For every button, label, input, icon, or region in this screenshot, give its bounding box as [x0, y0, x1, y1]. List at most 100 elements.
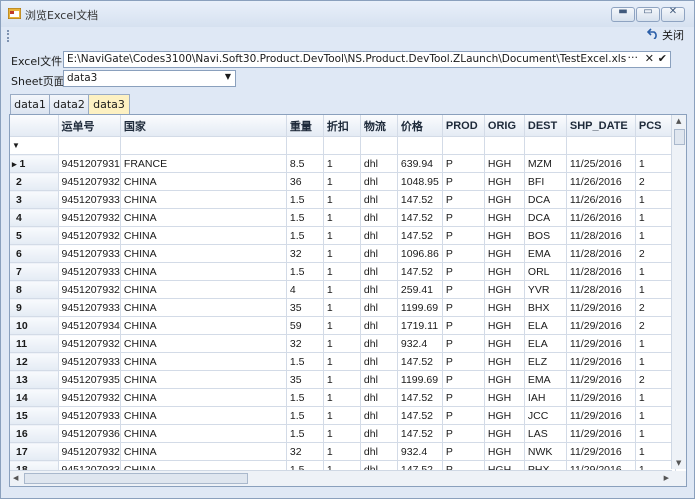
table-cell[interactable]: HGH: [484, 352, 525, 371]
column-header[interactable]: PROD: [442, 115, 485, 137]
table-cell[interactable]: 9451207933: [58, 406, 121, 425]
table-cell[interactable]: CHINA: [120, 352, 287, 371]
table-cell[interactable]: 35: [286, 370, 324, 389]
table-cell[interactable]: P: [442, 352, 485, 371]
table-cell[interactable]: BOS: [524, 226, 567, 245]
row-header[interactable]: 15: [10, 406, 59, 425]
table-cell[interactable]: 1: [323, 370, 361, 389]
close-button[interactable]: 关闭: [646, 27, 684, 43]
column-header[interactable]: ORIG: [484, 115, 525, 137]
table-cell[interactable]: dhl: [360, 370, 398, 389]
table-cell[interactable]: HGH: [484, 388, 525, 407]
table-cell[interactable]: 1: [323, 406, 361, 425]
row-header[interactable]: 9: [10, 298, 59, 317]
horizontal-scroll-thumb[interactable]: [24, 473, 248, 484]
table-cell[interactable]: 1: [323, 316, 361, 335]
table-cell[interactable]: HGH: [484, 316, 525, 335]
table-cell[interactable]: 1048.95: [397, 172, 443, 191]
table-cell[interactable]: 36: [286, 172, 324, 191]
table-cell[interactable]: BHX: [524, 298, 567, 317]
table-cell[interactable]: 1: [635, 280, 676, 299]
table-cell[interactable]: 1: [323, 226, 361, 245]
table-cell[interactable]: 1: [635, 190, 676, 209]
table-cell[interactable]: dhl: [360, 298, 398, 317]
table-cell[interactable]: ORL: [524, 262, 567, 281]
table-cell[interactable]: IAH: [524, 388, 567, 407]
column-header[interactable]: 运单号: [58, 115, 121, 137]
table-cell[interactable]: 11/29/2016: [566, 352, 636, 371]
table-cell[interactable]: 1: [323, 424, 361, 443]
column-header[interactable]: 重量: [286, 115, 324, 137]
table-row[interactable]: 2 9451207932 CHINA 36 1 dhl 1048.95 P HGH BFI 11/2…: [10, 172, 676, 191]
table-cell[interactable]: 639.94: [397, 154, 443, 173]
table-cell[interactable]: 1: [323, 280, 361, 299]
table-cell[interactable]: 11/28/2016: [566, 280, 636, 299]
table-cell[interactable]: HGH: [484, 334, 525, 353]
table-cell[interactable]: 1199.69: [397, 298, 443, 317]
table-cell[interactable]: P: [442, 442, 485, 461]
table-cell[interactable]: 11/26/2016: [566, 208, 636, 227]
table-cell[interactable]: dhl: [360, 406, 398, 425]
title-bar[interactable]: 浏览Excel文档 ▬ ▭ ✕: [1, 1, 694, 27]
table-cell[interactable]: CHINA: [120, 442, 287, 461]
table-cell[interactable]: 1: [323, 190, 361, 209]
table-cell[interactable]: 2: [635, 244, 676, 263]
dropdown-arrow-icon[interactable]: ▼: [225, 72, 231, 81]
table-cell[interactable]: CHINA: [120, 388, 287, 407]
table-row[interactable]: 4 9451207932 CHINA 1.5 1 dhl 147.52 P HGH DCA 11/2…: [10, 208, 676, 227]
sheet-select[interactable]: data3 ▼: [63, 70, 236, 87]
table-cell[interactable]: 11/28/2016: [566, 244, 636, 263]
table-cell[interactable]: 147.52: [397, 262, 443, 281]
table-cell[interactable]: 1: [323, 244, 361, 263]
table-cell[interactable]: 4: [286, 280, 324, 299]
filter-cell[interactable]: [635, 136, 676, 155]
ellipsis-icon[interactable]: ···: [628, 51, 639, 64]
row-header[interactable]: 17: [10, 442, 59, 461]
table-cell[interactable]: 932.4: [397, 442, 443, 461]
table-cell[interactable]: 11/29/2016: [566, 424, 636, 443]
table-cell[interactable]: 1.5: [286, 388, 324, 407]
filter-cell[interactable]: [360, 136, 398, 155]
table-cell[interactable]: 932.4: [397, 334, 443, 353]
table-cell[interactable]: 2: [635, 298, 676, 317]
table-cell[interactable]: 1: [323, 388, 361, 407]
window-close-button[interactable]: ✕: [661, 6, 685, 22]
table-cell[interactable]: 1: [323, 172, 361, 191]
table-cell[interactable]: 9451207932: [58, 280, 121, 299]
tab-data1[interactable]: data1: [10, 94, 50, 114]
table-row[interactable]: 6 9451207933 CHINA 32 1 dhl 1096.86 P HGH EMA 11/2…: [10, 244, 676, 263]
table-cell[interactable]: HGH: [484, 154, 525, 173]
table-cell[interactable]: 2: [635, 316, 676, 335]
table-cell[interactable]: CHINA: [120, 424, 287, 443]
table-cell[interactable]: P: [442, 154, 485, 173]
filter-cell[interactable]: [58, 136, 121, 155]
scroll-right-icon[interactable]: ▶: [664, 474, 669, 482]
table-cell[interactable]: HGH: [484, 244, 525, 263]
table-cell[interactable]: 1: [635, 388, 676, 407]
table-cell[interactable]: HGH: [484, 406, 525, 425]
table-cell[interactable]: HGH: [484, 262, 525, 281]
column-header[interactable]: 物流: [360, 115, 398, 137]
table-cell[interactable]: P: [442, 262, 485, 281]
table-cell[interactable]: dhl: [360, 262, 398, 281]
table-cell[interactable]: 11/25/2016: [566, 154, 636, 173]
table-cell[interactable]: P: [442, 334, 485, 353]
table-cell[interactable]: dhl: [360, 190, 398, 209]
table-cell[interactable]: P: [442, 172, 485, 191]
table-cell[interactable]: 9451207933: [58, 190, 121, 209]
table-cell[interactable]: NWK: [524, 442, 567, 461]
table-row[interactable]: 5 9451207932 CHINA 1.5 1 dhl 147.52 P HGH BOS 11/2…: [10, 226, 676, 245]
column-header[interactable]: 折扣: [323, 115, 361, 137]
table-cell[interactable]: 32: [286, 334, 324, 353]
table-row[interactable]: 16 9451207936 CHINA 1.5 1 dhl 147.52 P HGH LAS 11/…: [10, 424, 676, 443]
table-cell[interactable]: dhl: [360, 334, 398, 353]
table-cell[interactable]: HGH: [484, 298, 525, 317]
row-header[interactable]: 8: [10, 280, 59, 299]
table-cell[interactable]: 11/29/2016: [566, 334, 636, 353]
table-cell[interactable]: 1.5: [286, 262, 324, 281]
table-row[interactable]: ▸ 1 9451207931 FRANCE 8.5 1 dhl 639.94 P HGH MZM 11…: [10, 154, 676, 173]
table-cell[interactable]: P: [442, 370, 485, 389]
table-cell[interactable]: CHINA: [120, 334, 287, 353]
filter-cell[interactable]: [442, 136, 485, 155]
scroll-up-icon[interactable]: ▲: [676, 117, 681, 125]
